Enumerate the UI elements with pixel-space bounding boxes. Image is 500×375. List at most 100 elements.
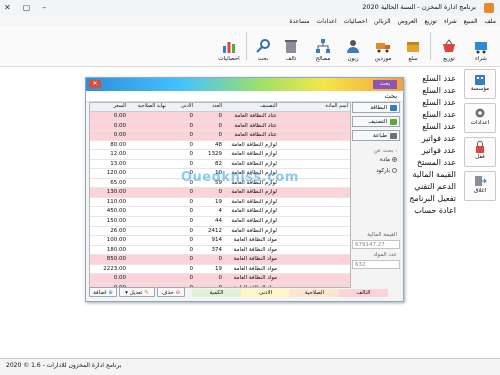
services-button[interactable]: مصالح (310, 29, 336, 63)
cell-qty: 1329 (208, 151, 222, 158)
pencil-icon: ✎ (144, 290, 149, 296)
cell-exp (128, 265, 168, 274)
goods-button[interactable]: سلع (400, 29, 426, 63)
cell-exp (128, 188, 168, 197)
cell-qty: 48 (215, 141, 222, 148)
radio-barcode[interactable]: باركود (376, 168, 397, 174)
printer-icon (390, 133, 397, 139)
maximize-window-icon[interactable]: ▢ (23, 3, 31, 12)
cell-exp (128, 150, 168, 159)
menu-item[interactable]: الزبائن (374, 18, 391, 25)
menu-item[interactable]: احصائيات (344, 18, 367, 25)
cell-name (279, 246, 350, 255)
table-header: السعر نهاية الصلاحية الأدنى العدد التصني… (90, 103, 350, 112)
lock-button[interactable]: قفل (464, 137, 496, 167)
institution-button[interactable]: مؤسسة (464, 69, 496, 99)
table-row[interactable]: 0.00 0 0 عتاد النظافة العامة (90, 121, 350, 132)
cell-price: 130.00 (106, 189, 126, 196)
cell-min: 0 (189, 227, 194, 234)
cell-min: 0 (189, 160, 194, 167)
cell-price: 0.00 (113, 275, 126, 282)
damaged-button[interactable]: تالف (278, 29, 304, 63)
search-button[interactable]: بحث (250, 29, 276, 63)
table-row[interactable]: 150.00 0 44 لوازم النظافة العامة (90, 217, 350, 227)
legend-item: الكمية (192, 289, 241, 297)
legend-item: الادنى (241, 289, 290, 297)
cell-price: 150.00 (106, 218, 126, 225)
count-field: 632 (352, 260, 400, 269)
cell-min: 0 (189, 113, 194, 119)
table-row[interactable]: 100.00 0 914 مواد النظافة العامة (90, 236, 350, 246)
table-row[interactable]: 2223.00 0 19 مواد النظافة العامة (90, 265, 350, 275)
distribute-button[interactable]: توزيع (436, 29, 462, 63)
table-row[interactable]: 26.00 0 2412 لوازم النظافة العامة (90, 227, 350, 237)
table-row[interactable]: 0.00 0 0 عتاد النظافة العامة (90, 131, 350, 141)
col-header-expiry[interactable]: نهاية الصلاحية (128, 103, 168, 111)
table-row[interactable]: 450.00 0 4 لوازم النظافة العامة (90, 207, 350, 218)
statistics-button[interactable]: احصائيات (216, 29, 242, 63)
chart-icon (223, 42, 235, 53)
print-button[interactable]: طباعة (352, 130, 400, 141)
menu-item[interactable]: ملف (485, 18, 496, 25)
dialog-caption: بحث (373, 80, 397, 89)
card-icon (390, 105, 397, 111)
table-row[interactable]: 0.00 0 0 مواد النظافة العامة (90, 274, 350, 284)
table-row[interactable]: 180.00 0 374 مواد النظافة العامة (90, 246, 350, 256)
table-row[interactable]: 12.00 0 1329 لوازم النظافة العامة (90, 150, 350, 160)
cell-name (279, 255, 350, 264)
table-row[interactable]: 80.00 0 48 لوازم النظافة العامة (90, 141, 350, 151)
table-row[interactable]: 130.00 0 0 لوازم النظافة العامة (90, 188, 350, 198)
cell-exp (128, 274, 168, 283)
items-table[interactable]: السعر نهاية الصلاحية الأدنى العدد التصني… (89, 102, 351, 288)
cell-min: 0 (189, 237, 194, 244)
card-button[interactable]: البطاقة (352, 102, 400, 113)
menu-item[interactable]: توزيع (424, 18, 437, 25)
legend: الكمية الادنى الصلاحية التالف (192, 289, 388, 297)
customer-button[interactable]: زبون (340, 29, 366, 63)
menu-item[interactable]: اعدادات (317, 18, 337, 25)
table-body: 0.00 0 0 عتاد النظافة العامة 0.00 0 0 عتاد النظ… (90, 112, 350, 288)
classification-button[interactable]: التصنيف (352, 116, 400, 127)
col-header-qty[interactable]: العدد (195, 103, 224, 111)
table-row[interactable]: 850.00 0 0 مواد النظافة العامة (90, 255, 350, 265)
col-header-min[interactable]: الأدنى (168, 103, 195, 111)
col-header-price[interactable]: السعر (90, 103, 128, 111)
delete-button[interactable]: حذف ⊖ (157, 287, 185, 297)
cell-class: مواد النظافة العامة (233, 265, 277, 272)
table-row[interactable]: 13.00 0 82 لوازم النظافة العامة (90, 160, 350, 170)
cell-price: 450.00 (106, 208, 126, 215)
cell-qty: 4 (218, 208, 223, 215)
dialog-close-button[interactable]: ✕ (89, 80, 101, 88)
lock-icon (476, 141, 484, 153)
cell-qty: 0 (218, 284, 223, 288)
classification-icon (390, 119, 397, 125)
suppliers-button[interactable]: موردين (370, 29, 396, 63)
col-header-name[interactable]: اسم المادة (279, 103, 350, 111)
dialog-header: ✕ بحث (86, 78, 403, 91)
settings-button[interactable]: اعدادات (464, 103, 496, 133)
cell-name (279, 274, 350, 283)
close-window-icon[interactable]: ✕ (4, 3, 11, 12)
cell-exp (128, 112, 168, 121)
minimize-window-icon[interactable]: – (42, 3, 46, 12)
table-row[interactable]: 0.00 0 0 عتاد النظافة العامة (90, 112, 350, 122)
add-button[interactable]: اضافة ⊕ (89, 287, 117, 297)
cell-price: 120.00 (106, 170, 126, 177)
radio-item[interactable]: مادة (380, 157, 397, 163)
building-icon (475, 75, 485, 85)
menu-item[interactable]: مساعدة (289, 18, 309, 25)
menu-item[interactable]: العروض (398, 18, 418, 25)
exit-button[interactable]: اغلاق (464, 171, 496, 201)
menu-item[interactable]: المبيع (464, 18, 478, 25)
cell-exp (128, 246, 168, 255)
col-header-class[interactable]: التصنيف (224, 103, 279, 111)
cell-min: 0 (189, 198, 194, 205)
status-text: برنامج ادارة المخزون للادارات - 1.6 © 20… (6, 362, 122, 369)
cell-min: 0 (189, 218, 194, 225)
cell-price: 100.00 (106, 237, 126, 244)
cell-class: مواد النظافة العامة (233, 237, 277, 244)
buy-button[interactable]: شراء (468, 29, 494, 63)
table-row[interactable]: 110.00 0 19 لوازم النظافة العامة (90, 198, 350, 208)
menu-item[interactable]: شراء (444, 18, 457, 25)
edit-button[interactable]: ▾ تعديل ✎ (119, 287, 155, 297)
